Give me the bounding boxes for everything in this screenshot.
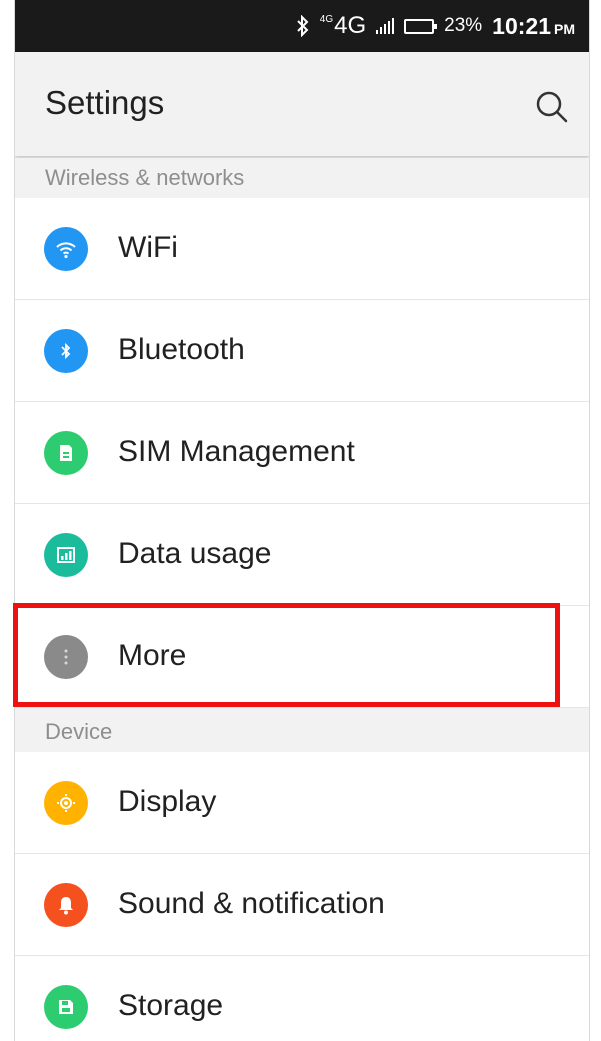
section-header-device: Device — [15, 712, 589, 752]
status-bar: 4G 4G 23% 10:21 PM — [15, 0, 589, 52]
settings-item-label: Display — [118, 785, 217, 818]
search-icon[interactable] — [535, 90, 569, 124]
app-bar: Settings — [15, 52, 589, 156]
data-usage-icon — [44, 533, 88, 577]
network-type: 4G — [334, 12, 367, 39]
sim-card-icon — [44, 431, 88, 475]
settings-item-wifi[interactable]: WiFi — [15, 198, 589, 300]
bluetooth-icon — [297, 15, 309, 37]
clock-time: 10:21 — [492, 12, 551, 39]
battery-percent: 23% — [444, 15, 483, 36]
settings-item-label: Storage — [118, 989, 224, 1022]
phone-screen: 4G 4G 23% 10:21 PM Settings Wireless & ne… — [14, 0, 590, 1041]
bluetooth-icon — [44, 329, 88, 373]
settings-item-sim-management[interactable]: SIM Management — [15, 402, 589, 504]
settings-item-display[interactable]: Display — [15, 752, 589, 854]
settings-item-data-usage[interactable]: Data usage — [15, 504, 589, 606]
section-header-wireless: Wireless & networks — [15, 158, 589, 198]
wifi-icon — [44, 227, 88, 271]
settings-item-label: Sound & notification — [118, 887, 385, 920]
clock-meridiem: PM — [554, 20, 575, 37]
settings-item-storage[interactable]: Storage — [15, 956, 589, 1041]
signal-icon — [376, 18, 395, 34]
settings-item-label: Data usage — [118, 537, 272, 570]
settings-item-label: WiFi — [118, 231, 178, 264]
network-indicator: 4G 4G — [320, 12, 366, 40]
bell-icon — [44, 883, 88, 927]
settings-item-sound-notification[interactable]: Sound & notification — [15, 854, 589, 956]
network-type-small: 4G — [319, 14, 334, 25]
battery-icon — [404, 18, 438, 34]
highlight-box — [13, 603, 560, 707]
clock: 10:21 PM — [492, 13, 575, 40]
settings-item-label: SIM Management — [118, 435, 355, 468]
display-icon — [44, 781, 88, 825]
storage-icon — [44, 985, 88, 1029]
settings-item-label: Bluetooth — [118, 333, 245, 366]
page-title: Settings — [45, 84, 165, 121]
settings-item-bluetooth[interactable]: Bluetooth — [15, 300, 589, 402]
